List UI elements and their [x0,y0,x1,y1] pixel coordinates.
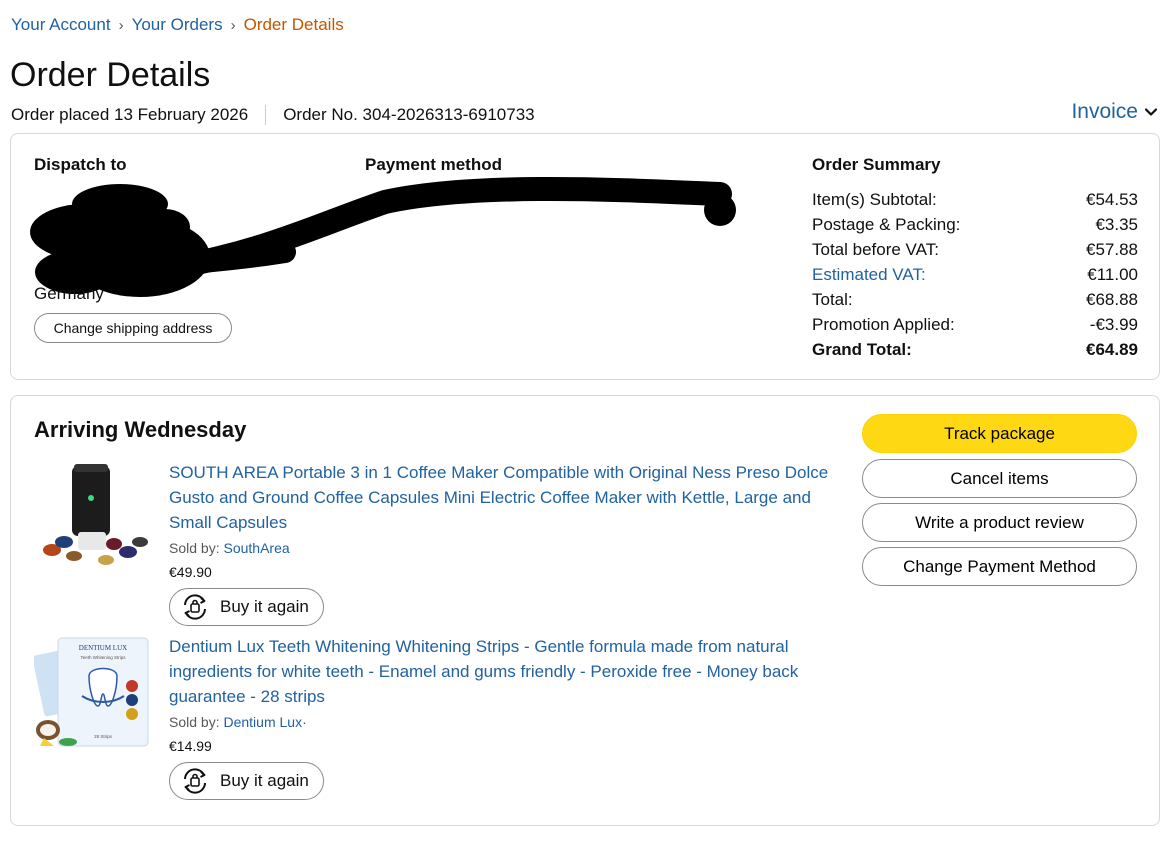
summary-label: Promotion Applied: [812,315,955,334]
sold-by-label: Sold by: [169,714,224,730]
breadcrumb-your-orders[interactable]: Your Orders [132,15,223,35]
order-summary-heading: Order Summary [812,155,941,174]
summary-row-grand-total: Grand Total: €64.89 [812,337,1138,362]
estimated-vat-link[interactable]: Estimated VAT: [812,262,926,287]
reorder-icon [184,594,206,620]
shipping-country: Germany [34,284,104,303]
breadcrumb: Your Account › Your Orders › Order Detai… [11,15,344,35]
buy-it-again-button[interactable]: Buy it again [169,588,324,626]
redaction-scribble [30,177,736,297]
product-details: Dentium Lux Teeth Whitening Whitening St… [169,634,839,801]
product-details: SOUTH AREA Portable 3 in 1 Coffee Maker … [169,460,839,627]
change-payment-method-button[interactable]: Change Payment Method [862,547,1137,586]
seller-link[interactable]: SouthArea [223,540,289,556]
summary-value: -€3.99 [1089,315,1138,334]
box-brand: DENTIUM LUX [79,644,127,652]
sold-by: Sold by: SouthArea [169,539,839,557]
shipment-card: Arriving Wednesday SOUTH AREA Portable 3… [10,395,1160,826]
summary-label: Total before VAT: [812,240,939,259]
summary-value: €64.89 [1086,340,1138,359]
summary-value: €54.53 [1086,190,1138,209]
summary-value: €3.35 [1095,215,1138,234]
whitening-strips-image[interactable]: DENTIUM LUX Teeth Whitening Strips 28 St… [34,634,152,752]
summary-row-total: Total: €68.88 [812,287,1138,312]
summary-row-estimated-vat: Estimated VAT: €11.00 [812,262,1138,287]
order-info-card: Dispatch to Payment method Germany Chang… [10,133,1160,380]
invoice-label: Invoice [1071,100,1138,123]
box-count: 28 Strips [94,734,113,739]
summary-label: Postage & Packing: [812,215,961,234]
summary-row-before-vat: Total before VAT: €57.88 [812,237,1138,262]
invoice-dropdown[interactable]: Invoice [1071,100,1158,124]
product-price: €14.99 [169,738,212,754]
summary-row-subtotal: Item(s) Subtotal: €54.53 [812,187,1138,212]
track-package-button[interactable]: Track package [862,414,1137,453]
summary-row-promotion: Promotion Applied: -€3.99 [812,312,1138,337]
summary-row-postage: Postage & Packing: €3.35 [812,212,1138,237]
change-shipping-address-button[interactable]: Change shipping address [34,313,232,343]
summary-label: Item(s) Subtotal: [812,190,937,209]
buy-it-again-label: Buy it again [220,597,309,616]
product-title-link[interactable]: SOUTH AREA Portable 3 in 1 Coffee Maker … [169,460,839,535]
buy-it-again-button[interactable]: Buy it again [169,762,324,800]
order-placed-date: Order placed 13 February 2026 [11,105,249,124]
order-number: Order No. 304-2026313-6910733 [283,105,535,124]
product-price: €49.90 [169,564,212,580]
chevron-down-icon [1144,108,1158,116]
write-review-button[interactable]: Write a product review [862,503,1137,542]
box-subtitle: Teeth Whitening Strips [80,655,126,660]
seller-link[interactable]: Dentium Lux· [223,714,306,730]
delivery-status: Arriving Wednesday [34,417,247,442]
breadcrumb-separator: › [118,16,124,34]
breadcrumb-separator: › [230,16,236,34]
summary-label: Total: [812,290,853,309]
breadcrumb-your-account[interactable]: Your Account [11,15,111,35]
sold-by: Sold by: Dentium Lux· [169,713,839,731]
order-meta: Order placed 13 February 2026 Order No. … [11,105,535,125]
summary-value: €57.88 [1086,240,1138,259]
summary-value: €11.00 [1087,265,1138,284]
dispatch-heading: Dispatch to [34,155,127,174]
cancel-items-button[interactable]: Cancel items [862,459,1137,498]
reorder-icon [184,768,206,794]
meta-divider [265,105,267,125]
product-title-link[interactable]: Dentium Lux Teeth Whitening Whitening St… [169,634,839,709]
coffee-maker-image[interactable] [34,460,152,578]
summary-value: €68.88 [1086,290,1138,309]
page-title: Order Details [10,56,211,94]
sold-by-label: Sold by: [169,540,224,556]
buy-it-again-label: Buy it again [220,771,309,790]
breadcrumb-order-details: Order Details [243,15,344,34]
payment-heading: Payment method [365,155,502,174]
summary-label: Grand Total: [812,340,912,359]
order-summary: Item(s) Subtotal: €54.53 Postage & Packi… [812,187,1138,362]
